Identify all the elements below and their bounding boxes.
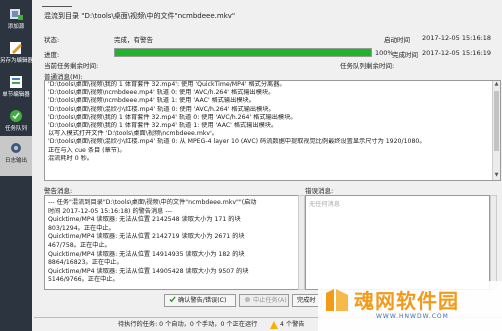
app-window: 添加源 另存为编辑器 单节编辑器 任务队列 日志输出 混流到目录 "D:\too… <box>0 0 502 331</box>
log-line: 'D:\tools\桌面\视频\ncmbdeee.mp4' 轨道 1: 使用 '… <box>48 97 255 105</box>
log-line: Quicktime/MP4 读取器: 无法从位置 2142719 读取大小为 2… <box>48 233 245 241</box>
add-source-icon <box>10 9 23 20</box>
log-line: 混流耗时 0 秒。 <box>48 154 93 162</box>
sidebar: 添加源 另存为编辑器 单节编辑器 任务队列 日志输出 <box>0 0 34 331</box>
log-line: 5146/9766。正在中止。 <box>48 276 119 284</box>
sidebar-item-label: 任务队列 <box>4 126 27 132</box>
log-line: 以写入模式打开文件 'D:\tools\桌面\视频\ncmbdeee.mkv'。 <box>48 130 218 138</box>
start-time-label: 启动时间 <box>384 36 410 44</box>
pending-tasks-text: 待执行的任务: 0 个自动，0 个手动，0 个正在运行 <box>118 321 258 328</box>
log-line: 时间 2017-12-05 15:16:18) 的警告消息 --- <box>48 207 173 215</box>
log-line: 'D:\tools\桌面\视频\我的 1 体育套件 32.mp4' 轨道 0: … <box>48 113 297 121</box>
current-task-remaining-label: 当前任务剩余时间: <box>44 62 99 70</box>
log-line: 8864/16823。正在中止。 <box>48 259 123 267</box>
log-line: Quicktime/MP4 读取器: 无法从位置 14914935 读取大小为 … <box>48 250 245 258</box>
stop-task-button[interactable]: 中止任务(A) <box>239 294 289 307</box>
close-button-label: 完成时 <box>297 297 316 304</box>
check-icon <box>169 296 176 303</box>
finish-time-value: 2017-12-05 15:16:19 <box>422 49 492 57</box>
progress-label: 进度: <box>44 51 60 59</box>
log-line: --- 任务"混流到目录"D:\tools\桌面\视频\中的文件"ncmbdee… <box>48 199 257 206</box>
warning-lines: --- 任务"混流到目录"D:\tools\桌面\视频\中的文件"ncmbdee… <box>48 199 296 285</box>
sidebar-item-label: 日志输出 <box>4 158 27 164</box>
sidebar-item-log[interactable]: 日志输出 <box>0 136 32 176</box>
sidebar-item-label: 添加源 <box>7 24 25 30</box>
errors-label: 错误消息: <box>305 187 334 195</box>
tab-indicator <box>42 0 72 7</box>
progress-fill <box>115 49 371 56</box>
edit-icon <box>10 42 22 54</box>
status-value: 完成，有警告 <box>114 36 153 44</box>
page-title: 混流到目录 "D:\tools\桌面\视频\中的文件"ncmbdeee.mkv" <box>44 12 236 20</box>
sidebar-item-label: 另存为编辑器 <box>0 58 34 64</box>
scroll-up-icon[interactable]: ▲ <box>493 81 500 89</box>
section-editor-icon <box>10 76 22 88</box>
status-label: 状态: <box>44 36 60 44</box>
warnings-textarea[interactable]: --- 任务"混流到目录"D:\tools\桌面\视频\中的文件"ncmbdee… <box>44 195 300 290</box>
stop-task-label: 中止任务(A) <box>253 297 287 304</box>
log-line: 'D:\tools\桌面\视频\混欣小\红楼.mp4' 轨道 0: 从 MPEG… <box>48 138 426 146</box>
warning-icon <box>270 321 278 329</box>
acknowledge-label: 确认警告/错误(C) <box>178 297 227 304</box>
log-lines: 'D:\tools\桌面\视频\我的 1 体育套件 32.mp4': 使用 'Q… <box>45 81 500 163</box>
log-scrollbar[interactable]: ▲ ▼ <box>492 81 500 180</box>
finish-time-label: 完成时间 <box>392 51 418 59</box>
warnings-count: 4 个警告 <box>280 321 305 328</box>
log-line: 'D:\tools\桌面\视频\我的 1 体育套件 32.mp4': 使用 'Q… <box>48 81 286 88</box>
log-line: 467/758。正在中止。 <box>48 241 111 249</box>
scroll-down-icon[interactable]: ▼ <box>493 172 500 180</box>
acknowledge-button[interactable]: 确认警告/错误(C) <box>164 294 236 307</box>
errors-placeholder: 无任何消息 <box>309 201 340 208</box>
watermark-url: WWW.HNWDW.COM <box>376 313 449 320</box>
log-line: 正在与入 cue 条目 (章节)。 <box>48 146 126 154</box>
gear-icon <box>11 143 21 153</box>
errors-textarea[interactable]: 无任何消息 <box>305 195 490 290</box>
log-textarea[interactable]: 'D:\tools\桌面\视频\我的 1 体育套件 32.mp4': 使用 'Q… <box>44 80 501 181</box>
warnings-scrollbar[interactable] <box>298 195 305 290</box>
watermark: 魂网软件园 WWW.HNWDW.COM <box>318 281 502 331</box>
warnings-label: 警告消息: <box>44 187 73 195</box>
progress-percent: 100% <box>375 49 394 57</box>
errors-scrollbar[interactable] <box>490 195 497 290</box>
log-line: 'D:\tools\桌面\视频\混欣小\红楼.mp4' 轨道 0: 使用 'AV… <box>48 105 275 113</box>
log-line: 'D:\tools\桌面\视频\我的 1 体育套件 32.mp4' 轨道 1: … <box>48 122 278 130</box>
watermark-logo-icon <box>326 289 348 311</box>
stop-icon <box>244 296 251 303</box>
log-line: 'D:\tools\桌面\视频\ncmbdeee.mp4' 轨道 0: 使用 '… <box>48 89 275 97</box>
progress-bar <box>114 48 372 57</box>
sidebar-item-label: 单节编辑器 <box>2 92 30 98</box>
scroll-thumb[interactable] <box>494 91 499 151</box>
log-line: Quicktime/MP4 读取器: 无法从位置 2142548 读取大小为 1… <box>48 216 241 224</box>
queue-remaining-label: 任务队列剩余时间: <box>340 62 395 70</box>
start-time-value: 2017-12-05 15:16:18 <box>422 34 492 42</box>
queue-icon <box>10 110 22 122</box>
watermark-title: 魂网软件园 <box>354 289 459 313</box>
